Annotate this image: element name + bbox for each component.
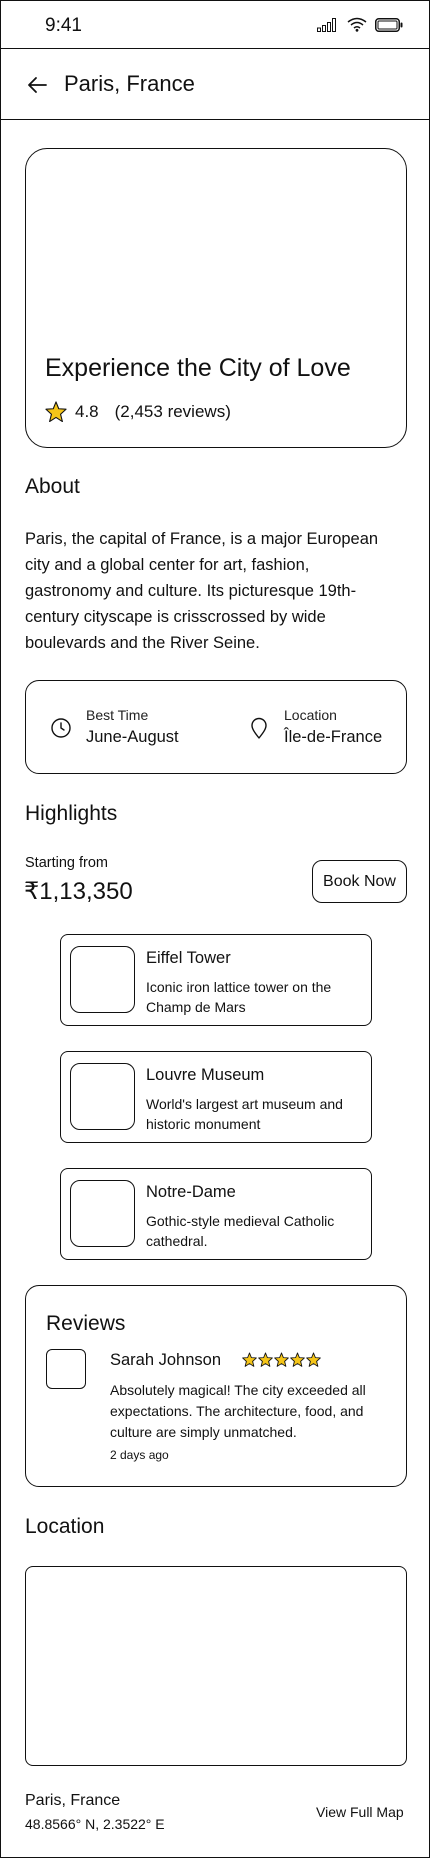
- wifi-icon: [347, 17, 367, 32]
- star-icon: [45, 401, 67, 422]
- map[interactable]: [25, 1566, 407, 1766]
- location-label: Location: [284, 707, 337, 723]
- star-icon: [306, 1352, 321, 1367]
- about-text: Paris, the capital of France, is a major…: [25, 530, 379, 652]
- highlight-name: Eiffel Tower: [146, 949, 231, 967]
- status-icons: [317, 17, 403, 32]
- reviews-heading: Reviews: [46, 1312, 126, 1335]
- best-time-value: June-August: [86, 728, 179, 746]
- rating-value: 4.8: [75, 401, 99, 421]
- location-value: Île-de-France: [284, 728, 383, 746]
- reviewer-name: Sarah Johnson: [110, 1351, 221, 1369]
- about-heading: About: [25, 475, 80, 498]
- star-icon: [242, 1352, 257, 1367]
- signal-icon: [317, 17, 336, 32]
- star-icon: [274, 1352, 289, 1367]
- highlight-card[interactable]: Notre-Dame Gothic-style medieval Catholi…: [60, 1168, 372, 1260]
- star-icon: [258, 1352, 273, 1367]
- hero-card: Experience the City of Love 4.8 (2,453 r…: [25, 148, 407, 448]
- highlight-desc: Iconic iron lattice tower on the Champ d…: [146, 979, 332, 1015]
- highlight-image: [70, 1063, 135, 1130]
- best-time-item: Best Time June-August: [50, 707, 179, 747]
- battery-icon: [375, 17, 403, 32]
- page-title: Paris, France: [64, 71, 195, 96]
- location-name: Paris, France: [25, 1792, 121, 1809]
- review-time: 2 days ago: [110, 1448, 169, 1462]
- highlight-card[interactable]: Louvre Museum World's largest art museum…: [60, 1051, 372, 1143]
- avatar: [46, 1349, 86, 1389]
- review-count: (2,453 reviews): [114, 401, 231, 421]
- map-pin-icon: [251, 717, 267, 739]
- back-button[interactable]: [23, 71, 51, 99]
- app-bar: Paris, France: [1, 48, 429, 120]
- location-coords: 48.8566° N, 2.3522° E: [25, 1816, 165, 1832]
- info-card: Best Time June-August Location Île-de-Fr…: [25, 680, 407, 774]
- arrow-left-icon: [28, 77, 47, 93]
- status-time: 9:41: [45, 15, 82, 36]
- book-now-button[interactable]: Book Now: [312, 860, 407, 903]
- app-screen: 9:41 Paris, France Experience the City o…: [0, 0, 430, 1858]
- location-heading: Location: [25, 1515, 105, 1538]
- highlight-name: Notre-Dame: [146, 1183, 236, 1201]
- highlight-card[interactable]: Eiffel Tower Iconic iron lattice tower o…: [60, 934, 372, 1026]
- highlight-image: [70, 946, 135, 1013]
- review-stars: [242, 1352, 321, 1367]
- review-text: Absolutely magical! The city exceeded al…: [110, 1382, 366, 1440]
- highlight-desc: World's largest art museum and historic …: [146, 1096, 343, 1132]
- hero-rating: 4.8 (2,453 reviews): [45, 401, 231, 422]
- best-time-label: Best Time: [86, 707, 149, 723]
- highlights-heading: Highlights: [25, 802, 118, 825]
- price-value: ₹1,13,350: [24, 878, 133, 905]
- clock-icon: [51, 718, 71, 738]
- status-bar: 9:41: [1, 1, 429, 49]
- reviews-card: Reviews Sarah Johnson Absolutely magical…: [25, 1285, 407, 1487]
- view-full-map-link[interactable]: View Full Map: [316, 1804, 404, 1820]
- highlight-name: Louvre Museum: [146, 1066, 265, 1084]
- highlight-desc: Gothic-style medieval Catholic cathedral…: [146, 1213, 335, 1249]
- highlight-image: [70, 1180, 135, 1247]
- hero-title: Experience the City of Love: [45, 354, 351, 382]
- star-icon: [290, 1352, 305, 1367]
- price-label: Starting from: [25, 855, 108, 871]
- location-item: Location Île-de-France: [248, 707, 382, 747]
